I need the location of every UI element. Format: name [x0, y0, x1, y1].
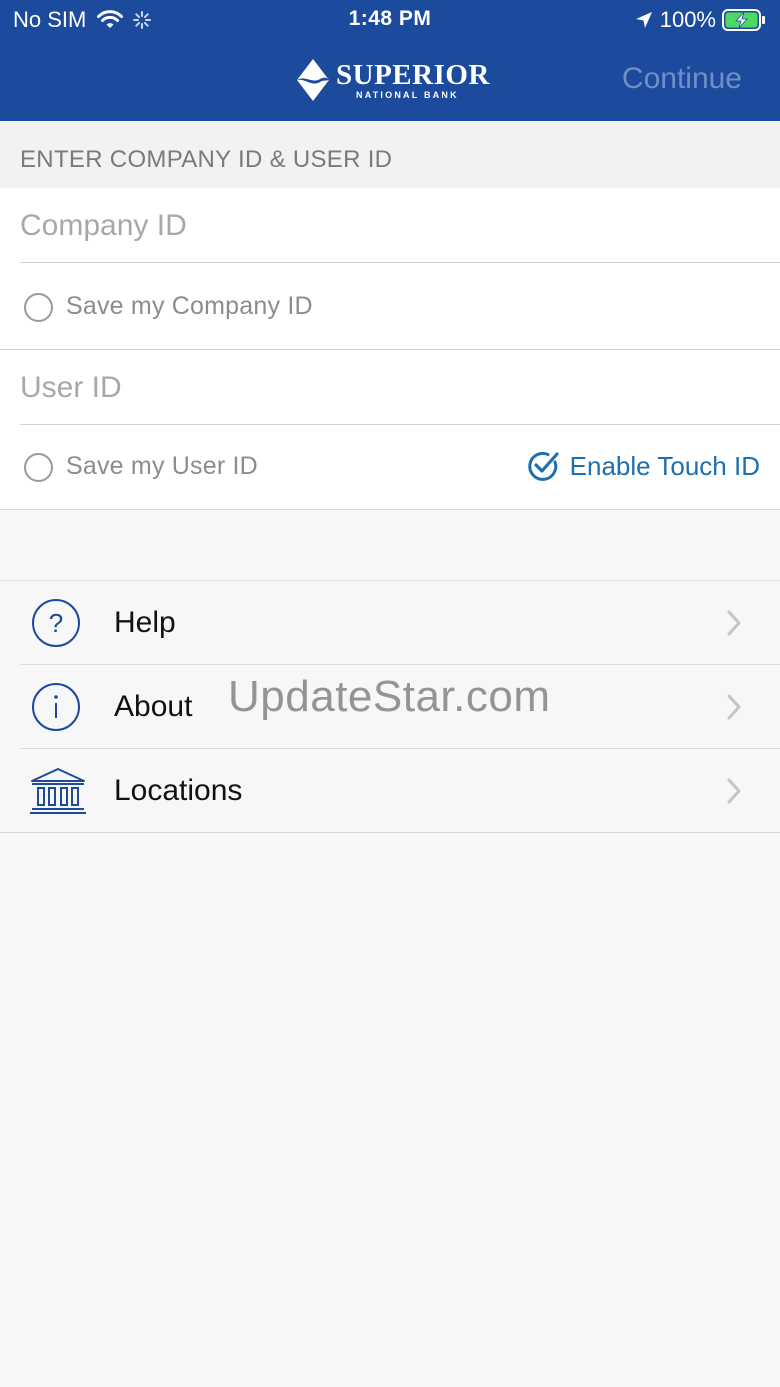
chevron-right-icon: [727, 610, 741, 636]
status-right: 100%: [634, 7, 766, 33]
status-bar: No SIM 1:48 PM 100%: [0, 0, 780, 40]
login-screen: No SIM 1:48 PM 100% SUPERIOR NATIONAL BA…: [0, 0, 780, 1387]
battery-percent: 100%: [659, 7, 716, 32]
chevron-right-icon: [727, 694, 741, 720]
menu-label-locations: Locations: [114, 774, 243, 807]
touch-id-label: Enable Touch ID: [569, 450, 760, 481]
logo-subtitle: NATIONAL BANK: [356, 90, 459, 100]
menu-label-help: Help: [114, 606, 176, 639]
company-id-field[interactable]: [20, 188, 780, 263]
battery-charging-icon: [722, 9, 765, 31]
login-form: Save my Company ID Save my User ID Enabl…: [0, 188, 780, 510]
menu-label-about: About: [114, 690, 193, 723]
section-title: ENTER COMPANY ID & USER ID: [20, 146, 393, 173]
save-company-label: Save my Company ID: [66, 292, 313, 320]
bank-logo: SUPERIOR NATIONAL BANK: [296, 58, 489, 102]
user-id-field[interactable]: [20, 350, 780, 425]
save-company-row[interactable]: Save my Company ID: [0, 263, 780, 349]
help-circle-icon: ?: [32, 599, 80, 647]
enable-touch-id-toggle[interactable]: Enable Touch ID: [526, 449, 760, 483]
logo-wordmark: SUPERIOR: [336, 59, 490, 91]
menu-item-locations[interactable]: Locations: [0, 749, 780, 833]
watermark-text: UpdateStar.com: [228, 672, 551, 721]
top-bar: No SIM 1:48 PM 100% SUPERIOR NATIONAL BA…: [0, 0, 780, 121]
logo-mark-icon: [297, 59, 329, 101]
svg-text:?: ?: [49, 608, 63, 638]
save-user-row[interactable]: Save my User ID Enable Touch ID: [0, 423, 780, 509]
user-id-input[interactable]: [20, 350, 760, 425]
company-id-input[interactable]: [20, 188, 760, 263]
chevron-right-icon: [727, 778, 741, 804]
info-circle-icon: [32, 683, 80, 731]
save-user-label: Save my User ID: [66, 452, 258, 480]
bank-building-icon: [30, 768, 86, 814]
menu-item-help[interactable]: ? Help: [0, 581, 780, 665]
continue-button[interactable]: Continue: [622, 62, 742, 96]
save-user-checkbox[interactable]: [24, 453, 53, 482]
save-company-checkbox[interactable]: [24, 293, 53, 322]
section-header: ENTER COMPANY ID & USER ID: [0, 121, 780, 188]
check-circle-icon: [527, 451, 559, 481]
location-arrow-icon: [635, 12, 652, 28]
